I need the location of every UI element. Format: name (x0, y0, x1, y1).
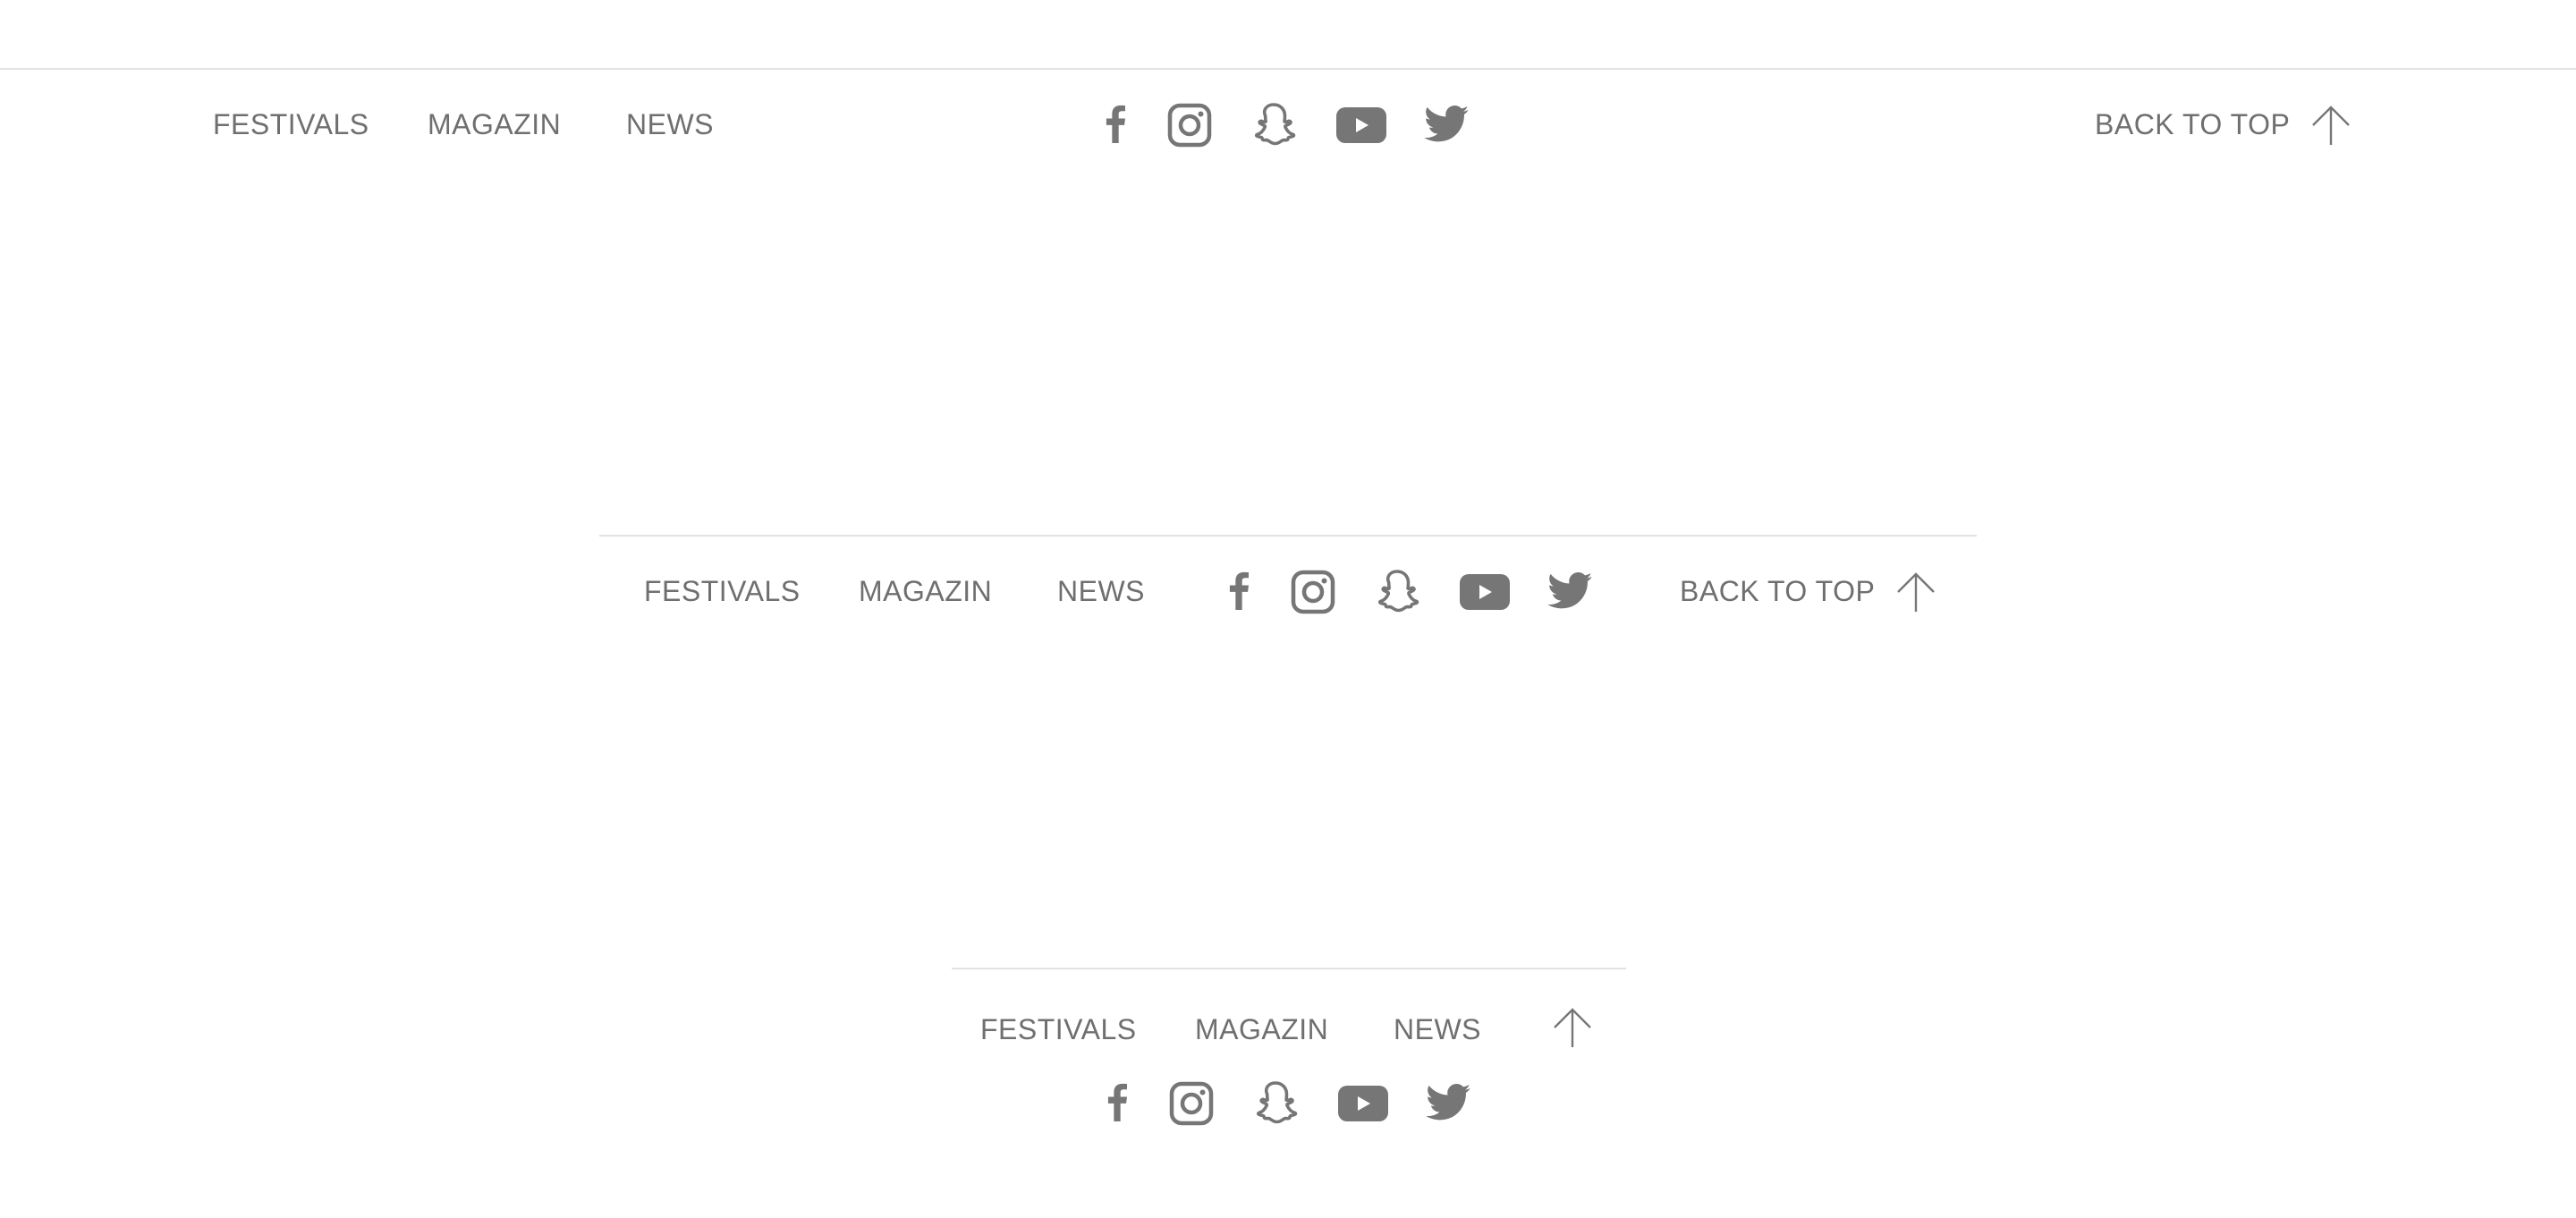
twitter-icon[interactable] (1424, 106, 1469, 143)
footer-divider (952, 968, 1626, 969)
nav-link-news[interactable]: NEWS (1394, 1011, 1481, 1047)
twitter-icon[interactable] (1547, 572, 1592, 610)
back-to-top-button[interactable] (1553, 1006, 1594, 1051)
youtube-icon[interactable] (1460, 574, 1510, 610)
nav-link-news[interactable]: NEWS (626, 106, 714, 142)
youtube-icon[interactable] (1338, 1086, 1388, 1121)
arrow-up-icon (1896, 571, 1936, 613)
nav-link-magazin[interactable]: MAGAZIN (428, 106, 561, 142)
instagram-icon[interactable] (1291, 570, 1335, 614)
snapchat-icon[interactable] (1250, 102, 1297, 147)
nav-link-festivals[interactable]: FESTIVALS (980, 1011, 1137, 1047)
footer-divider (0, 68, 2576, 70)
footer-tablet: FESTIVALS MAGAZIN NEWS BACK TO TOP (599, 528, 1977, 662)
nav-link-festivals[interactable]: FESTIVALS (213, 106, 369, 142)
youtube-icon[interactable] (1336, 107, 1386, 143)
twitter-icon[interactable] (1426, 1084, 1470, 1121)
nav-link-news[interactable]: NEWS (1057, 573, 1145, 609)
facebook-icon[interactable] (1107, 1080, 1127, 1123)
footer-desktop-wide: FESTIVALS MAGAZIN NEWS BACK TO TOP (0, 0, 2576, 179)
instagram-icon[interactable] (1169, 1081, 1214, 1126)
nav-link-festivals[interactable]: FESTIVALS (644, 573, 801, 609)
back-to-top-button[interactable]: BACK TO TOP (1680, 569, 1948, 615)
facebook-icon[interactable] (1229, 569, 1249, 612)
footer-divider (599, 535, 1977, 537)
footer-mobile: FESTIVALS MAGAZIN NEWS (952, 961, 1626, 1140)
arrow-up-icon (2311, 105, 2351, 146)
snapchat-icon[interactable] (1252, 1080, 1299, 1125)
facebook-icon[interactable] (1106, 102, 1125, 145)
back-to-top-label: BACK TO TOP (1680, 575, 1876, 607)
back-to-top-button[interactable]: BACK TO TOP (2095, 102, 2354, 148)
nav-link-magazin[interactable]: MAGAZIN (1195, 1011, 1328, 1047)
instagram-icon[interactable] (1167, 103, 1212, 148)
arrow-up-icon (1553, 1007, 1592, 1048)
snapchat-icon[interactable] (1374, 569, 1420, 613)
back-to-top-label: BACK TO TOP (2095, 108, 2291, 140)
nav-link-magazin[interactable]: MAGAZIN (859, 573, 992, 609)
